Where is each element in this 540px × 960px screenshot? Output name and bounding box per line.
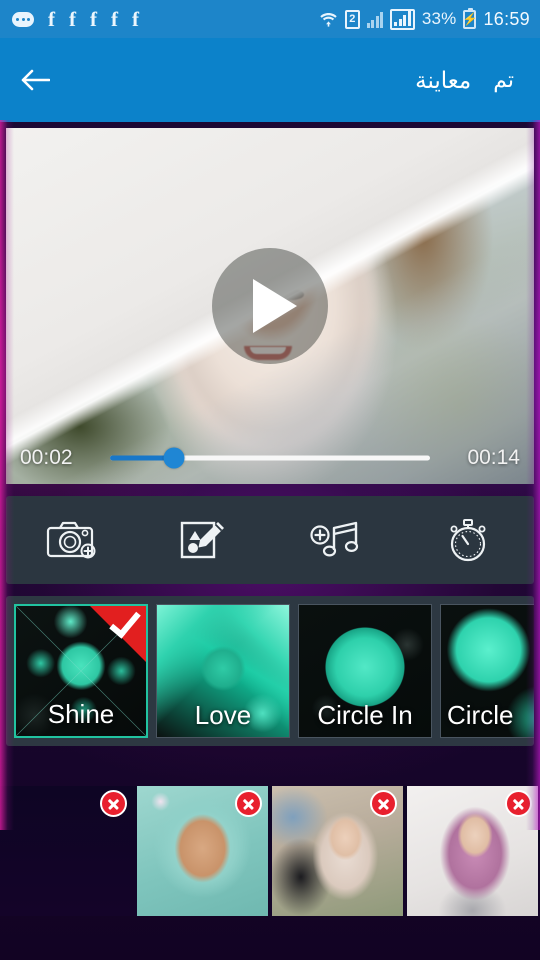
- delete-x-icon[interactable]: [235, 790, 262, 817]
- facebook-icon: f: [48, 6, 55, 31]
- done-button[interactable]: تم: [489, 61, 518, 99]
- effect-item-circle-in[interactable]: Circle In: [298, 604, 432, 738]
- effect-label: Circle: [447, 700, 514, 730]
- transition-effects-strip[interactable]: Shine Love Circle In Circle: [6, 596, 534, 746]
- current-time-label: 00:02: [20, 446, 73, 469]
- play-icon[interactable]: [212, 248, 328, 364]
- sim-card-icon: 2: [344, 9, 360, 29]
- facebook-icon: f: [111, 6, 118, 31]
- video-preview-container: 00:02 00:14: [0, 122, 540, 484]
- photo-thumbnail-4[interactable]: [407, 786, 538, 916]
- photo-thumbnail-2[interactable]: [137, 786, 268, 916]
- effect-label: Love: [194, 700, 252, 730]
- app-bar: تم معاينة: [0, 38, 540, 122]
- seek-thumb[interactable]: [163, 447, 185, 469]
- delete-x-icon[interactable]: [100, 790, 127, 817]
- duration-timer-icon[interactable]: [429, 507, 507, 573]
- wifi-icon: [319, 11, 338, 27]
- signal-bars-boxed-icon: [390, 8, 415, 30]
- effect-item-shine[interactable]: Shine: [14, 604, 148, 738]
- add-music-icon[interactable]: [297, 507, 375, 573]
- video-preview[interactable]: 00:02 00:14: [6, 128, 534, 484]
- effect-label: Shine: [47, 699, 115, 729]
- playback-controls: 00:02 00:14: [6, 446, 534, 470]
- facebook-icon: f: [69, 6, 76, 31]
- photo-filmstrip: [0, 786, 540, 916]
- seek-bar[interactable]: [110, 447, 430, 469]
- more-dots-icon: [12, 11, 34, 27]
- delete-x-icon[interactable]: [505, 790, 532, 817]
- edit-sticker-icon[interactable]: [165, 507, 243, 573]
- photo-thumbnail-1[interactable]: [2, 786, 133, 916]
- play-triangle: [253, 279, 297, 333]
- add-photo-icon[interactable]: [33, 507, 111, 573]
- battery-charging-icon: ⚡: [462, 7, 477, 29]
- status-bar-notifications: f f f f f: [12, 6, 319, 31]
- effect-label: Circle In: [317, 700, 413, 730]
- battery-percent-label: 33%: [421, 9, 457, 28]
- page-title: معاينة: [415, 66, 472, 93]
- facebook-icon: f: [90, 6, 97, 31]
- status-bar-system: 2 33% ⚡ 16:59: [319, 7, 530, 30]
- back-arrow-icon[interactable]: [18, 63, 52, 97]
- delete-x-icon[interactable]: [370, 790, 397, 817]
- effect-item-circle[interactable]: Circle: [440, 604, 534, 738]
- effect-item-love[interactable]: Love: [156, 604, 290, 738]
- editor-toolbar: [6, 496, 534, 584]
- app-root: f f f f f 2 33% ⚡ 16:59 تم معاينة 00:02 …: [0, 0, 540, 960]
- status-bar: f f f f f 2 33% ⚡ 16:59: [0, 0, 540, 38]
- photo-thumbnail-3[interactable]: [272, 786, 403, 916]
- signal-bars-icon: [366, 11, 384, 28]
- status-bar-clock: 16:59: [483, 8, 530, 29]
- total-time-label: 00:14: [467, 446, 520, 469]
- facebook-icon: f: [132, 6, 139, 31]
